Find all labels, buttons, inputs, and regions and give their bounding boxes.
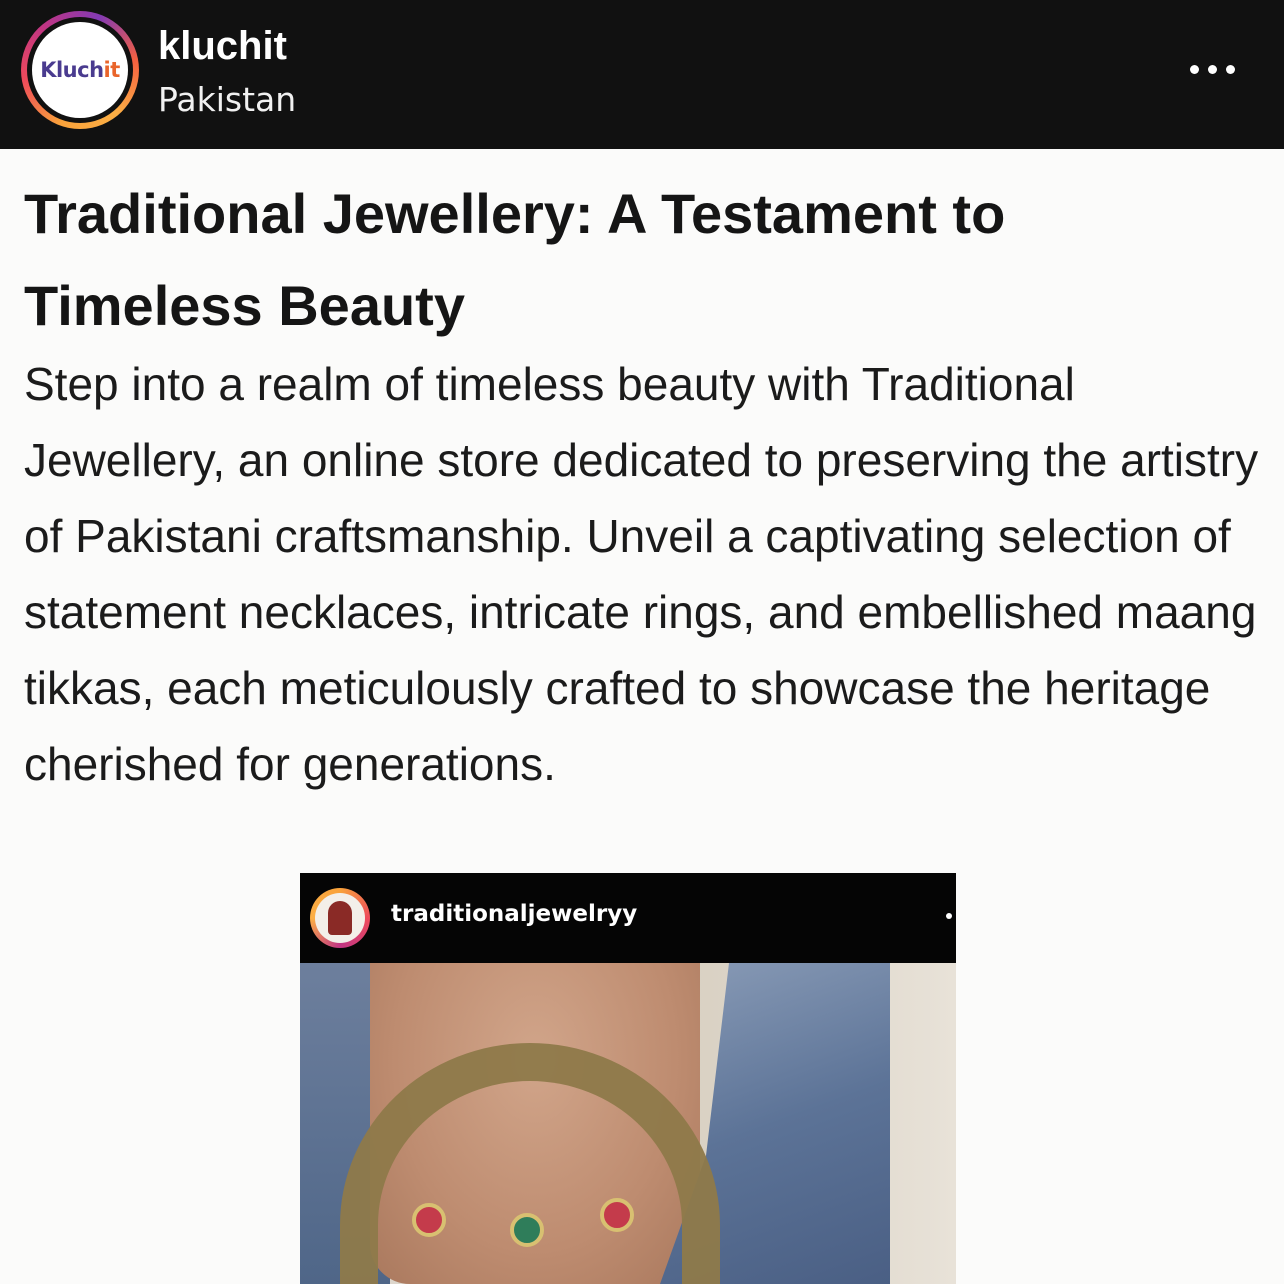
embedded-post-image[interactable]: traditionaljewelryy (300, 873, 956, 1284)
embedded-post-header: traditionaljewelryy (300, 873, 956, 963)
post-title: Traditional Jewellery: A Testament to Ti… (24, 182, 1006, 337)
post-body: Step into a realm of timeless beauty wit… (24, 358, 1259, 790)
post-header: Kluchit kluchit Pakistan (0, 0, 1284, 149)
avatar-figure-icon (328, 901, 352, 935)
necklace-gem (600, 1198, 634, 1232)
username[interactable]: kluchit (158, 24, 287, 69)
necklace-gem (412, 1203, 446, 1237)
embedded-avatar (310, 888, 370, 948)
embedded-username: traditionaljewelryy (391, 901, 638, 927)
location-label[interactable]: Pakistan (158, 80, 296, 119)
logo-text: Kluchit (40, 58, 120, 82)
necklace-gem (510, 1213, 544, 1247)
brand-logo: Kluchit (32, 22, 128, 118)
profile-avatar[interactable]: Kluchit (21, 11, 139, 129)
more-horizontal-icon[interactable] (1190, 54, 1250, 84)
embedded-more-icon (946, 913, 952, 919)
jewellery-photo (300, 963, 956, 1284)
